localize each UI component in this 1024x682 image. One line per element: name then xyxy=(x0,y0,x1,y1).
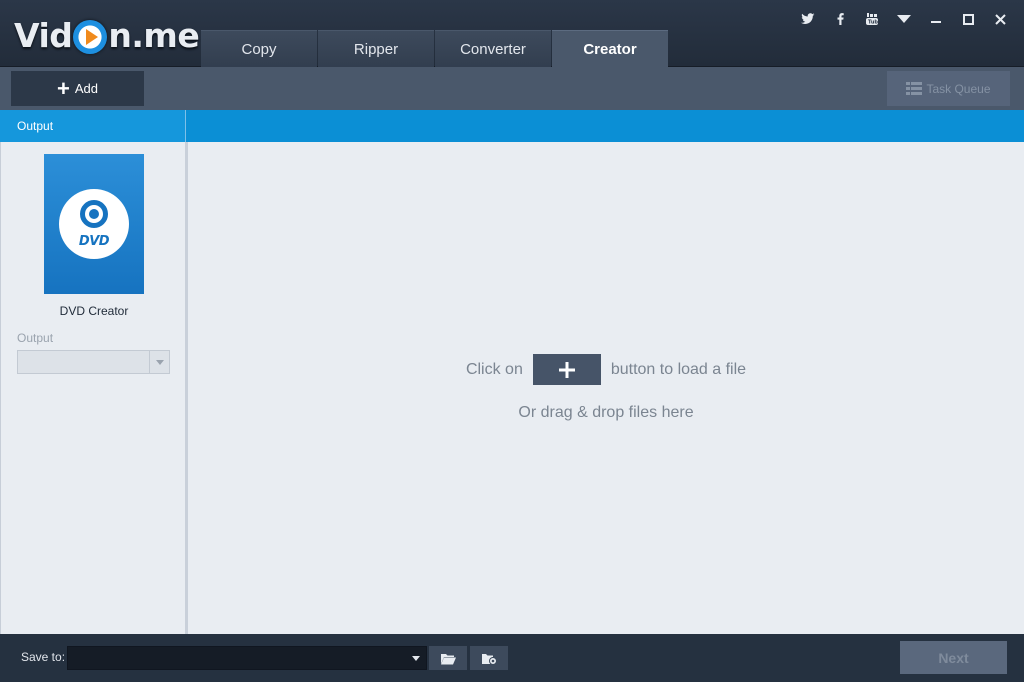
logo-play-icon xyxy=(73,20,108,54)
header-band: Output xyxy=(0,110,1024,142)
open-output-folder-button[interactable] xyxy=(470,646,508,670)
save-path-select[interactable] xyxy=(67,646,427,670)
folder-open-icon xyxy=(441,653,456,664)
folder-settings-icon xyxy=(482,654,497,665)
hint-suffix: button to load a file xyxy=(610,360,747,378)
toolbar: + Add Task Queue xyxy=(0,67,1024,110)
dvd-icon-text: DVD xyxy=(78,234,110,249)
twitter-icon[interactable] xyxy=(792,8,824,30)
add-button[interactable]: + Add xyxy=(11,71,144,106)
task-queue-label: Task Queue xyxy=(926,81,991,96)
facebook-icon[interactable] xyxy=(824,8,856,30)
bottom-bar: Save to: Next xyxy=(0,634,1024,682)
load-hint: Click on button to load a file xyxy=(188,354,1024,385)
plus-icon xyxy=(558,361,575,378)
dropdown-menu-icon[interactable] xyxy=(888,8,920,30)
dvd-creator-label: DVD Creator xyxy=(59,304,129,318)
output-panel-header: Output xyxy=(0,110,186,142)
output-format-label: Output xyxy=(17,331,54,345)
app-logo: Vid n.me xyxy=(14,16,200,56)
youtube-icon[interactable]: Tube xyxy=(856,8,888,30)
tab-converter[interactable]: Converter xyxy=(435,30,551,67)
next-button[interactable]: Next xyxy=(900,641,1007,674)
close-icon[interactable] xyxy=(984,8,1016,30)
window-controls: Tube xyxy=(792,8,1016,30)
load-file-button[interactable] xyxy=(532,354,601,385)
browse-folder-button[interactable] xyxy=(429,646,467,670)
hint-prefix: Click on xyxy=(465,360,523,378)
logo-text-left: Vid xyxy=(14,16,73,55)
logo-text-right: n.me xyxy=(108,16,200,55)
plus-icon: + xyxy=(57,75,70,101)
file-drop-area[interactable]: Click on button to load a file Or drag &… xyxy=(188,142,1024,634)
chevron-down-icon xyxy=(149,351,169,373)
add-button-label: Add xyxy=(74,81,98,96)
drag-drop-hint: Or drag & drop files here xyxy=(518,404,694,421)
save-to-label: Save to: xyxy=(21,650,66,664)
tab-creator[interactable]: Creator xyxy=(552,30,668,67)
maximize-icon[interactable] xyxy=(952,8,984,30)
main-tabs: Copy Ripper Converter Creator xyxy=(201,30,669,67)
dvd-creator-card[interactable]: DVD xyxy=(44,154,144,294)
list-icon xyxy=(906,81,923,95)
chevron-down-icon xyxy=(412,656,420,661)
minimize-icon[interactable] xyxy=(920,8,952,30)
tab-ripper[interactable]: Ripper xyxy=(318,30,434,67)
task-queue-button[interactable]: Task Queue xyxy=(887,71,1010,106)
title-bar: Vid n.me Copy Ripper Converter Creator T… xyxy=(0,0,1024,67)
dvd-disc-icon: DVD xyxy=(59,189,129,259)
output-format-select[interactable] xyxy=(17,350,170,374)
svg-text:Tube: Tube xyxy=(868,20,879,26)
output-panel: DVD DVD Creator Output xyxy=(0,142,185,634)
tab-copy[interactable]: Copy xyxy=(201,30,317,67)
